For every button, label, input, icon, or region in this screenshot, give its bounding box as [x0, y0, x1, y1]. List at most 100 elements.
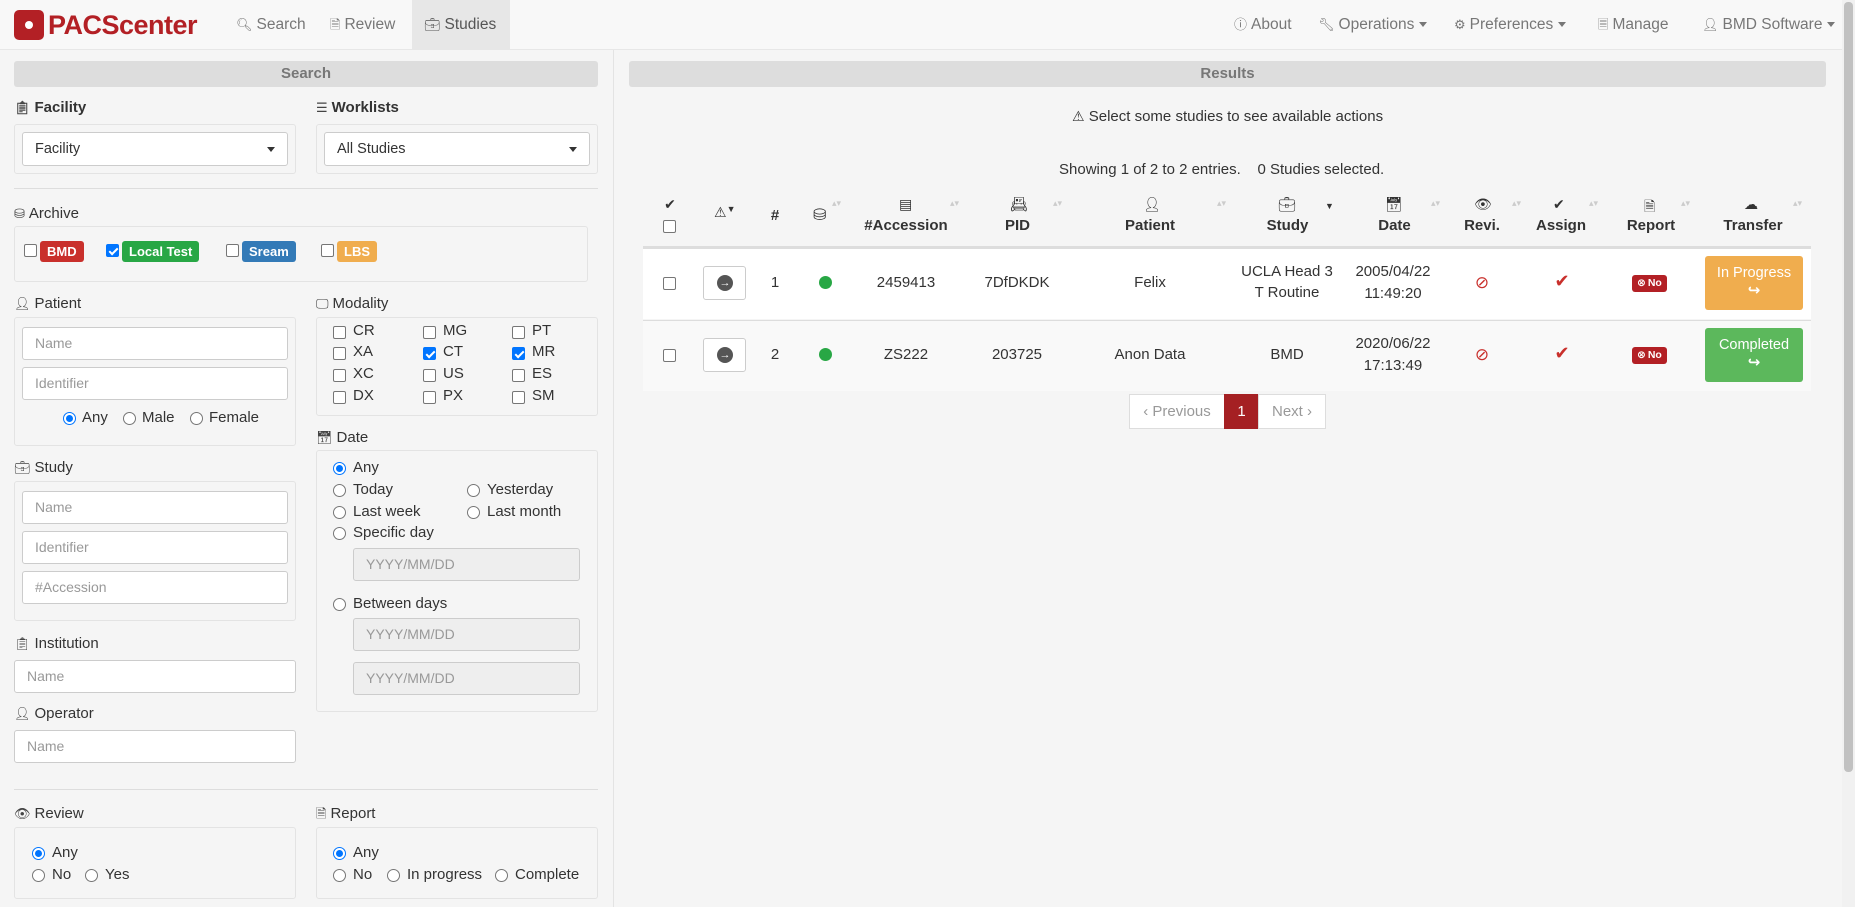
transfer-status-button[interactable]: Completed ↪: [1705, 328, 1803, 382]
eye-slash-icon[interactable]: ⊘: [1470, 344, 1494, 365]
institution-input[interactable]: Name: [14, 660, 296, 693]
col-report[interactable]: Report: [1623, 217, 1679, 234]
col-accession[interactable]: #Accession: [856, 217, 956, 234]
pagination-next[interactable]: Next ›: [1258, 394, 1326, 429]
modality-checkbox[interactable]: [512, 347, 525, 360]
open-study-button[interactable]: →: [703, 338, 746, 372]
date-radio[interactable]: [333, 598, 346, 611]
specific-day-input[interactable]: YYYY/MM/DD: [353, 548, 580, 581]
brand-logo[interactable]: PACScenter: [14, 9, 198, 41]
page-scrollbar-thumb[interactable]: [1844, 2, 1853, 772]
chevron-down-icon: [569, 147, 577, 152]
report-radio[interactable]: [333, 869, 346, 882]
patient-sex-radio[interactable]: [63, 412, 76, 425]
modality-checkbox[interactable]: [423, 347, 436, 360]
review-radio[interactable]: [32, 869, 45, 882]
date-option-label: Last month: [487, 503, 562, 520]
row-select-checkbox[interactable]: [663, 277, 676, 290]
nav-user-menu[interactable]: 👤︎ BMD Software: [1690, 0, 1847, 50]
report-radio[interactable]: [333, 847, 346, 860]
sort-icon: ▴▾: [1793, 198, 1803, 208]
patient-name-input[interactable]: Name: [22, 327, 288, 360]
nav-studies-label: Studies: [444, 16, 497, 33]
check-icon[interactable]: ✔: [1550, 271, 1574, 292]
col-study[interactable]: Study: [1260, 217, 1315, 234]
eye-slash-icon[interactable]: ⊘: [1470, 272, 1494, 293]
between-days-start-input[interactable]: YYYY/MM/DD: [353, 618, 580, 651]
pagination-previous[interactable]: ‹ Previous: [1129, 394, 1225, 429]
modality-label: US: [443, 365, 464, 382]
modality-checkbox[interactable]: [423, 369, 436, 382]
review-radio[interactable]: [32, 847, 45, 860]
page-scrollbar[interactable]: [1842, 0, 1855, 907]
modality-checkbox[interactable]: [423, 391, 436, 404]
report-box: [316, 827, 598, 899]
archive-database-icon[interactable]: ⛁: [813, 205, 826, 225]
select-all-checkbox[interactable]: [663, 220, 676, 233]
check-icon[interactable]: ✔: [1550, 343, 1574, 364]
col-patient[interactable]: Patient: [1110, 217, 1190, 234]
date-option-label: Specific day: [353, 524, 434, 541]
date-radio[interactable]: [333, 484, 346, 497]
col-transfer[interactable]: Transfer: [1718, 217, 1788, 234]
operator-input[interactable]: Name: [14, 730, 296, 763]
nav-operations[interactable]: 🔧︎ Operations: [1306, 0, 1439, 50]
worklists-label-text: Worklists: [331, 99, 399, 116]
facility-select[interactable]: Facility: [22, 132, 288, 166]
chevron-down-icon: [1827, 22, 1836, 28]
col-date[interactable]: Date: [1372, 217, 1417, 234]
nav-manage[interactable]: 🗏 Manage: [1586, 0, 1680, 50]
modality-checkbox[interactable]: [512, 391, 525, 404]
nav-preferences[interactable]: ⚙︎ Preferences: [1442, 0, 1578, 50]
modality-checkbox[interactable]: [333, 369, 346, 382]
pagination-page-1[interactable]: 1: [1224, 394, 1259, 429]
study-accession-input[interactable]: #Accession: [22, 571, 288, 604]
nav-review[interactable]: 🗎 Review: [318, 0, 407, 50]
archive-checkbox[interactable]: [321, 244, 334, 257]
report-radio[interactable]: [495, 869, 508, 882]
date-radio[interactable]: [333, 462, 346, 475]
modality-checkbox[interactable]: [333, 326, 346, 339]
open-study-button[interactable]: →: [703, 266, 746, 300]
date-radio[interactable]: [467, 484, 480, 497]
review-radio[interactable]: [85, 869, 98, 882]
warning-sort-icon[interactable]: ⚠︎▼: [714, 204, 735, 221]
sort-icon: ▴▾: [1512, 198, 1522, 208]
archive-badge: LBS: [337, 241, 377, 262]
between-days-end-input[interactable]: YYYY/MM/DD: [353, 662, 580, 695]
chevron-left-icon: ‹: [1143, 403, 1149, 420]
date-radio[interactable]: [333, 506, 346, 519]
eye-icon: 👁︎: [14, 806, 31, 821]
study-name-input[interactable]: Name: [22, 491, 288, 524]
gears-icon: ⚙︎: [1454, 17, 1466, 32]
archive-checkbox[interactable]: [226, 244, 239, 257]
nav-about[interactable]: ⓘ About: [1222, 0, 1304, 50]
modality-checkbox[interactable]: [423, 326, 436, 339]
worklists-select[interactable]: All Studies: [324, 132, 590, 166]
patient-sex-radio[interactable]: [123, 412, 136, 425]
modality-checkbox[interactable]: [333, 347, 346, 360]
transfer-status-label: In Progress: [1716, 265, 1792, 281]
nav-search[interactable]: 🔍︎ Search: [224, 0, 318, 50]
row-select-checkbox[interactable]: [663, 349, 676, 362]
modality-checkbox[interactable]: [333, 391, 346, 404]
col-num[interactable]: #: [765, 207, 785, 224]
archive-checkbox[interactable]: [24, 244, 37, 257]
col-review[interactable]: Revi.: [1462, 217, 1502, 234]
user-icon: 👤︎: [1702, 17, 1719, 32]
modality-checkbox[interactable]: [512, 326, 525, 339]
modality-label: 🖵︎ Modality: [316, 295, 388, 312]
archive-box-icon: ▤: [899, 196, 913, 212]
col-pid[interactable]: PID: [990, 217, 1045, 234]
report-radio[interactable]: [387, 869, 400, 882]
patient-identifier-input[interactable]: Identifier: [22, 367, 288, 400]
transfer-status-button[interactable]: In Progress ↪: [1705, 256, 1803, 310]
date-radio[interactable]: [467, 506, 480, 519]
archive-checkbox[interactable]: [106, 244, 119, 257]
date-radio[interactable]: [333, 527, 346, 540]
modality-checkbox[interactable]: [512, 369, 525, 382]
study-identifier-input[interactable]: Identifier: [22, 531, 288, 564]
patient-sex-radio[interactable]: [190, 412, 203, 425]
nav-studies[interactable]: 💼︎ Studies: [412, 0, 510, 50]
col-assign[interactable]: Assign: [1535, 217, 1587, 234]
